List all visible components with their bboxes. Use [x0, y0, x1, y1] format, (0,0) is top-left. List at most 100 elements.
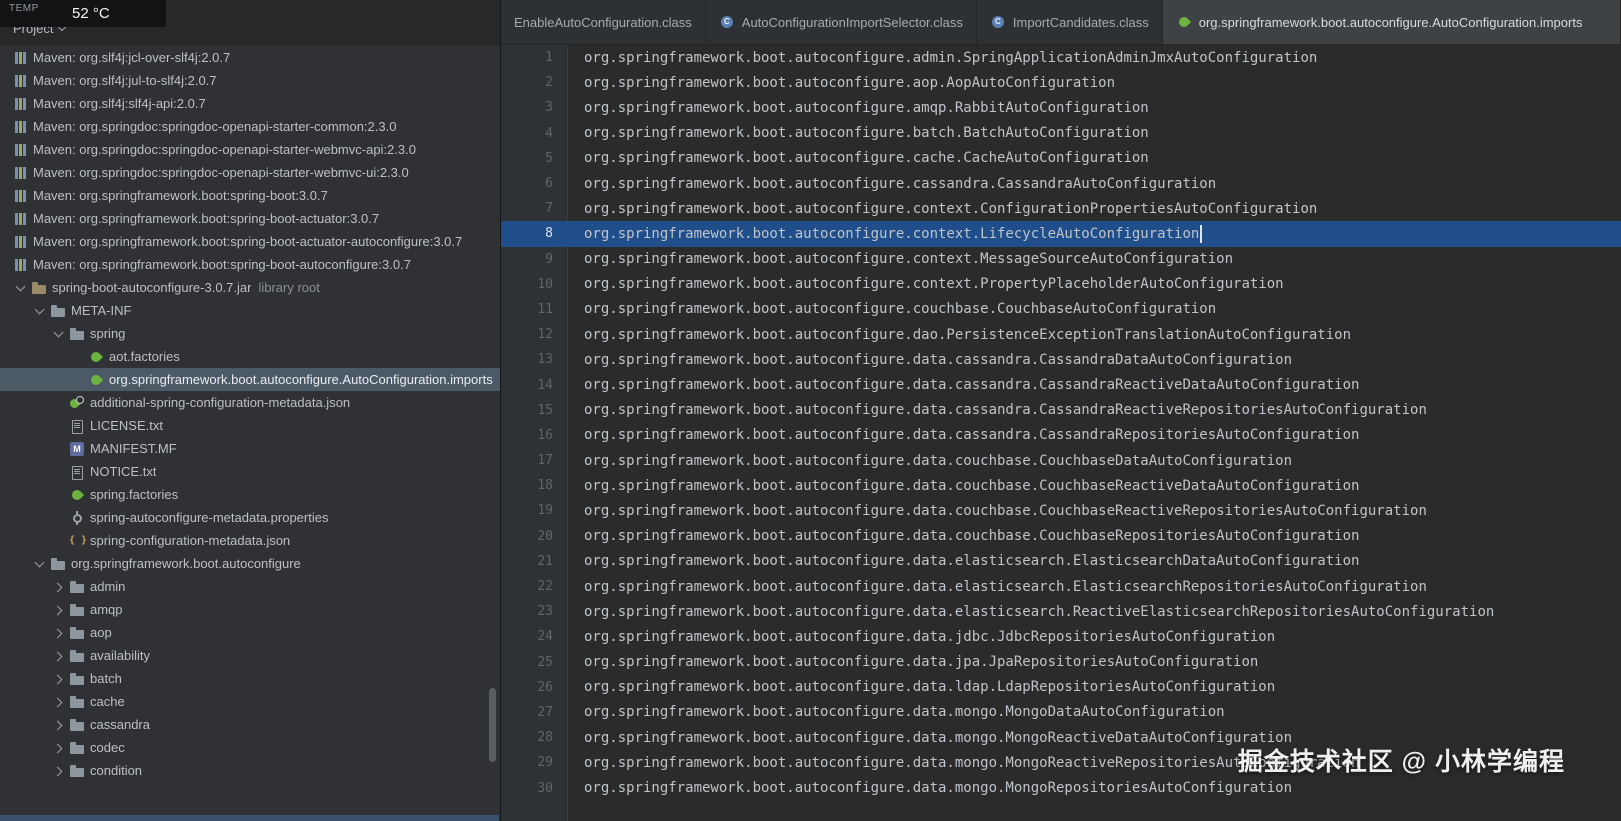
- tree-item[interactable]: META-INF: [0, 299, 500, 322]
- tree-item[interactable]: admin: [0, 575, 500, 598]
- tree-item[interactable]: cache: [0, 690, 500, 713]
- code-line[interactable]: 16 org.springframework.boot.autoconfigure…: [501, 423, 1621, 448]
- code-line[interactable]: 21 org.springframework.boot.autoconfigure…: [501, 549, 1621, 574]
- tree-item[interactable]: aot.factories: [0, 345, 500, 368]
- chevron-right-icon[interactable]: [51, 694, 69, 710]
- code-line[interactable]: 14 org.springframework.boot.autoconfigure…: [501, 372, 1621, 397]
- chevron-right-icon[interactable]: [51, 579, 69, 595]
- code-line[interactable]: 7 org.springframework.boot.autoconfigure.…: [501, 196, 1621, 221]
- chevron-right-icon[interactable]: [51, 602, 69, 618]
- project-tree-scrollbar[interactable]: [489, 688, 496, 762]
- tree-item[interactable]: Maven: org.springframework.boot:spring-b…: [0, 184, 500, 207]
- code-line[interactable]: 25 org.springframework.boot.autoconfigure…: [501, 650, 1621, 675]
- line-number: 26: [537, 679, 553, 695]
- class-icon: [719, 14, 735, 30]
- tree-item[interactable]: spring: [0, 322, 500, 345]
- code-line[interactable]: 9 org.springframework.boot.autoconfigure.…: [501, 247, 1621, 272]
- code-line[interactable]: 19 org.springframework.boot.autoconfigure…: [501, 498, 1621, 523]
- code-text: org.springframework.boot.autoconfigure.d…: [584, 452, 1293, 469]
- chevron-right-icon[interactable]: [51, 717, 69, 733]
- code-text: org.springframework.boot.autoconfigure.d…: [584, 654, 1259, 671]
- tree-item[interactable]: MANIFEST.MF: [0, 437, 500, 460]
- tree-item[interactable]: amqp: [0, 598, 500, 621]
- tree-item[interactable]: spring-configuration-metadata.json: [0, 529, 500, 552]
- chevron-down-icon[interactable]: [32, 303, 50, 319]
- tree-item[interactable]: LICENSE.txt: [0, 414, 500, 437]
- tree-item[interactable]: aop: [0, 621, 500, 644]
- folder-icon: [50, 303, 66, 319]
- tree-item[interactable]: NOTICE.txt: [0, 460, 500, 483]
- tree-item[interactable]: codec: [0, 736, 500, 759]
- code-line[interactable]: 13 org.springframework.boot.autoconfigure…: [501, 347, 1621, 372]
- code-line[interactable]: 24 org.springframework.boot.autoconfigure…: [501, 624, 1621, 649]
- tree-item[interactable]: Maven: org.springframework.boot:spring-b…: [0, 230, 500, 253]
- chevron-right-icon[interactable]: [51, 671, 69, 687]
- tree-item[interactable]: org.springframework.boot.autoconfigure: [0, 552, 500, 575]
- chevron-down-icon[interactable]: [13, 280, 31, 296]
- tree-item[interactable]: spring.factories: [0, 483, 500, 506]
- code-line[interactable]: 1 org.springframework.boot.autoconfigure.…: [501, 45, 1621, 70]
- code-line[interactable]: 18 org.springframework.boot.autoconfigure…: [501, 473, 1621, 498]
- project-tree: Maven: org.slf4j:jcl-over-slf4j:2.0.7 Mav…: [0, 46, 500, 821]
- code-line[interactable]: 11 org.springframework.boot.autoconfigure…: [501, 297, 1621, 322]
- tree-item-label: codec: [90, 740, 125, 755]
- code-line[interactable]: 20 org.springframework.boot.autoconfigure…: [501, 524, 1621, 549]
- tree-item[interactable]: spring-boot-autoconfigure-3.0.7.jar libra…: [0, 276, 500, 299]
- chevron-down-icon[interactable]: [32, 556, 50, 572]
- code-line[interactable]: 17 org.springframework.boot.autoconfigure…: [501, 448, 1621, 473]
- code-text: org.springframework.boot.autoconfigure.d…: [584, 679, 1276, 696]
- tree-item[interactable]: Maven: org.springdoc:springdoc-openapi-s…: [0, 138, 500, 161]
- editor[interactable]: 1 org.springframework.boot.autoconfigure.…: [501, 45, 1621, 821]
- chevron-right-icon[interactable]: [51, 625, 69, 641]
- tree-item[interactable]: additional-spring-configuration-metadata…: [0, 391, 500, 414]
- code-line[interactable]: 22 org.springframework.boot.autoconfigure…: [501, 574, 1621, 599]
- tree-item[interactable]: Maven: org.springframework.boot:spring-b…: [0, 253, 500, 276]
- tree-item[interactable]: Maven: org.slf4j:jul-to-slf4j:2.0.7: [0, 69, 500, 92]
- line-number: 9: [545, 251, 553, 267]
- code-line[interactable]: 30 org.springframework.boot.autoconfigure…: [501, 775, 1621, 800]
- code-line[interactable]: 6 org.springframework.boot.autoconfigure.…: [501, 171, 1621, 196]
- code-text: org.springframework.boot.autoconfigure.d…: [584, 477, 1360, 494]
- tree-item[interactable]: Maven: org.springdoc:springdoc-openapi-s…: [0, 161, 500, 184]
- chevron-right-icon[interactable]: [51, 740, 69, 756]
- chevron-down-icon[interactable]: [51, 326, 69, 342]
- editor-tab[interactable]: EnableAutoConfiguration.class: [501, 0, 706, 44]
- code-text: org.springframework.boot.autoconfigure.c…: [584, 200, 1318, 217]
- code-text: org.springframework.boot.autoconfigure.d…: [584, 603, 1495, 620]
- tree-item[interactable]: Maven: org.slf4j:jcl-over-slf4j:2.0.7: [0, 46, 500, 69]
- code-line[interactable]: 23 org.springframework.boot.autoconfigure…: [501, 599, 1621, 624]
- code-line[interactable]: 26 org.springframework.boot.autoconfigure…: [501, 675, 1621, 700]
- tree-item[interactable]: Maven: org.springdoc:springdoc-openapi-s…: [0, 115, 500, 138]
- code-line[interactable]: 10 org.springframework.boot.autoconfigure…: [501, 272, 1621, 297]
- code-line[interactable]: 8 org.springframework.boot.autoconfigure.…: [501, 221, 1621, 247]
- code-line[interactable]: 15 org.springframework.boot.autoconfigure…: [501, 398, 1621, 423]
- tree-item[interactable]: cassandra: [0, 713, 500, 736]
- tree-item-label: condition: [90, 763, 143, 778]
- spring-leaf-icon: [1176, 14, 1192, 30]
- tree-item[interactable]: batch: [0, 667, 500, 690]
- tree-item-label: batch: [90, 671, 122, 686]
- tree-item[interactable]: Maven: org.springframework.boot:spring-b…: [0, 207, 500, 230]
- line-number: 10: [537, 276, 553, 292]
- code-line[interactable]: 27 org.springframework.boot.autoconfigure…: [501, 700, 1621, 725]
- code-line[interactable]: 2 org.springframework.boot.autoconfigure.…: [501, 70, 1621, 95]
- chevron-right-icon[interactable]: [51, 763, 69, 779]
- tree-item[interactable]: availability: [0, 644, 500, 667]
- code-line[interactable]: 5 org.springframework.boot.autoconfigure.…: [501, 146, 1621, 171]
- code-line[interactable]: 3 org.springframework.boot.autoconfigure.…: [501, 95, 1621, 120]
- code-line[interactable]: 12 org.springframework.boot.autoconfigure…: [501, 322, 1621, 347]
- editor-tab[interactable]: AutoConfigurationImportSelector.class: [706, 0, 977, 44]
- tree-item-label: cache: [90, 694, 125, 709]
- tree-item[interactable]: org.springframework.boot.autoconfigure.A…: [0, 368, 500, 391]
- code-line[interactable]: 4 org.springframework.boot.autoconfigure.…: [501, 121, 1621, 146]
- editor-tab[interactable]: org.springframework.boot.autoconfigure.A…: [1162, 0, 1621, 44]
- temperature-overlay: TEMP 52 °C: [0, 0, 166, 27]
- editor-tab[interactable]: ImportCandidates.class: [977, 0, 1163, 44]
- chevron-right-icon[interactable]: [51, 648, 69, 664]
- maven-library-icon: [12, 50, 28, 66]
- tree-item[interactable]: condition: [0, 759, 500, 782]
- tree-item-label: spring.factories: [90, 487, 179, 502]
- tree-item[interactable]: spring-autoconfigure-metadata.properties: [0, 506, 500, 529]
- tree-item-label: Maven: org.springframework.boot:spring-b…: [33, 257, 411, 272]
- tree-item[interactable]: Maven: org.slf4j:slf4j-api:2.0.7: [0, 92, 500, 115]
